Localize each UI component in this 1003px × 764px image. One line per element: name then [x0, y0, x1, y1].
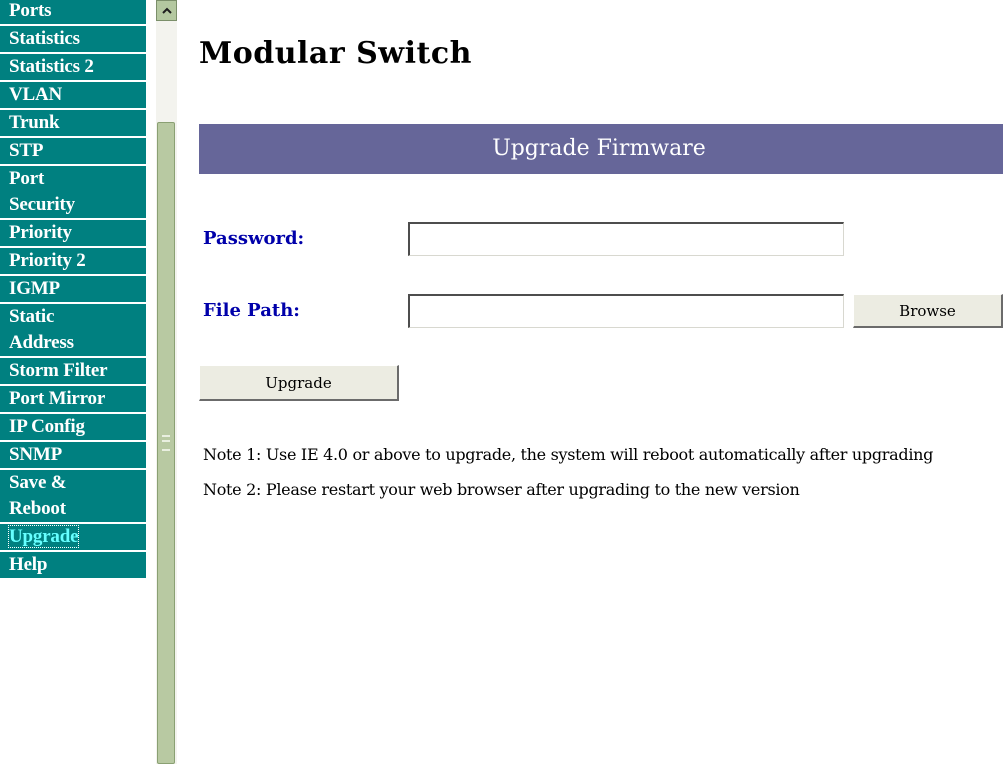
nav-item-port-mirror[interactable]: Port Mirror	[0, 386, 146, 412]
password-input[interactable]	[408, 222, 844, 256]
nav-item-priority-2[interactable]: Priority 2	[0, 248, 146, 274]
nav-item-priority[interactable]: Priority	[0, 220, 146, 246]
nav-item-statistics[interactable]: Statistics	[0, 26, 146, 52]
arrow-up-icon	[162, 7, 172, 14]
nav-item-label-line: Security	[9, 194, 75, 215]
nav-scrollbar[interactable]	[156, 0, 177, 764]
scroll-up-button[interactable]	[156, 0, 177, 21]
nav-item-upgrade[interactable]: Upgrade	[0, 524, 146, 550]
page-title: Modular Switch	[199, 36, 472, 71]
nav-item-port-security[interactable]: Port Security	[0, 166, 146, 218]
nav-item-ports[interactable]: Ports	[0, 0, 146, 24]
nav-list: Ports Statistics Statistics 2 VLAN Trunk…	[0, 0, 146, 580]
scroll-grip-icon	[162, 435, 170, 451]
nav-item-label: Upgrade	[7, 525, 80, 548]
nav-frame: Ports Statistics Statistics 2 VLAN Trunk…	[0, 0, 152, 764]
nav-item-stp[interactable]: STP	[0, 138, 146, 164]
nav-item-help[interactable]: Help	[0, 552, 146, 578]
nav-item-ip-config[interactable]: IP Config	[0, 414, 146, 440]
scroll-thumb[interactable]	[157, 122, 175, 764]
note-1: Note 1: Use IE 4.0 or above to upgrade, …	[203, 445, 934, 464]
nav-item-label-line: Address	[9, 332, 74, 353]
nav-item-statistics-2[interactable]: Statistics 2	[0, 54, 146, 80]
nav-item-label-line: Port	[9, 168, 45, 189]
upgrade-button[interactable]: Upgrade	[199, 365, 399, 401]
file-path-label: File Path:	[203, 300, 300, 321]
nav-item-trunk[interactable]: Trunk	[0, 110, 146, 136]
nav-item-label-line: Save &	[9, 472, 67, 493]
nav-item-static-address[interactable]: Static Address	[0, 304, 146, 356]
section-banner: Upgrade Firmware	[199, 124, 1003, 174]
note-2: Note 2: Please restart your web browser …	[203, 480, 800, 499]
nav-item-label-line: Reboot	[9, 498, 66, 519]
password-label: Password:	[203, 228, 305, 249]
browse-button[interactable]: Browse	[853, 294, 1003, 328]
nav-item-save-reboot[interactable]: Save & Reboot	[0, 470, 146, 522]
nav-item-storm-filter[interactable]: Storm Filter	[0, 358, 146, 384]
file-path-input[interactable]	[408, 294, 844, 328]
nav-item-label-line: Static	[9, 306, 55, 327]
nav-item-igmp[interactable]: IGMP	[0, 276, 146, 302]
nav-item-vlan[interactable]: VLAN	[0, 82, 146, 108]
nav-item-snmp[interactable]: SNMP	[0, 442, 146, 468]
